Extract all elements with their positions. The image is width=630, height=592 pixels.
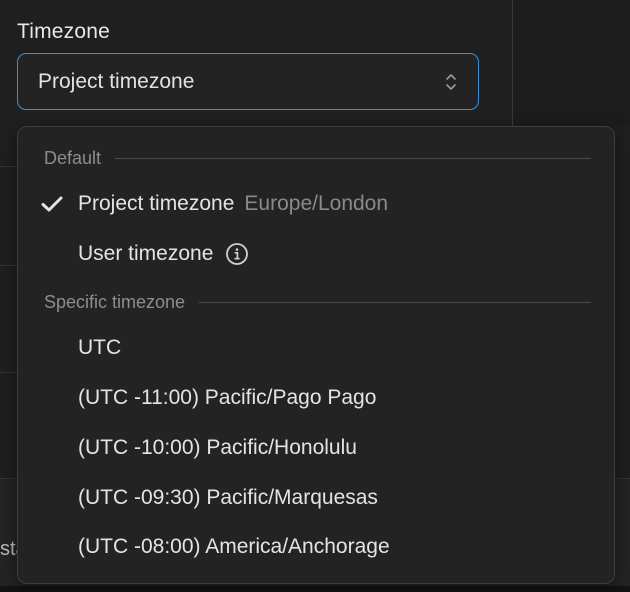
panel-divider <box>512 0 513 126</box>
option-pacific-pago-pago[interactable]: (UTC -11:00) Pacific/Pago Pago <box>18 375 614 421</box>
option-user-timezone[interactable]: User timezone <box>18 231 614 277</box>
group-title: Default <box>44 148 102 168</box>
option-label: (UTC -09:30) Pacific/Marquesas <box>78 486 378 509</box>
info-icon[interactable] <box>225 242 249 266</box>
option-label: (UTC -11:00) Pacific/Pago Pago <box>78 386 377 409</box>
group-title: Specific timezone <box>44 292 186 312</box>
option-label: (UTC -08:00) America/Anchorage <box>78 535 390 558</box>
option-label: UTC <box>78 336 122 359</box>
group-divider <box>199 302 591 303</box>
page: sta Timezone Project timezone Default Pr… <box>0 0 630 592</box>
option-label: (UTC -10:00) Pacific/Honolulu <box>78 436 357 459</box>
chevron-up-down-icon <box>446 74 456 90</box>
timezone-label: Timezone <box>17 20 111 43</box>
group-header-specific: Specific timezone <box>44 292 591 313</box>
option-america-anchorage[interactable]: (UTC -08:00) America/Anchorage <box>18 524 614 570</box>
timezone-select[interactable]: Project timezone <box>17 53 479 110</box>
row-divider <box>0 166 17 167</box>
timezone-select-value: Project timezone <box>38 69 195 93</box>
timezone-dropdown: Default Project timezone Europe/London Us… <box>17 126 615 584</box>
row-divider <box>0 372 17 373</box>
row-divider <box>0 265 17 266</box>
option-label: Project timezone Europe/London <box>78 192 389 215</box>
option-hint: Europe/London <box>244 192 389 215</box>
option-pacific-marquesas[interactable]: (UTC -09:30) Pacific/Marquesas <box>18 475 614 521</box>
option-pacific-honolulu[interactable]: (UTC -10:00) Pacific/Honolulu <box>18 425 614 471</box>
option-project-timezone[interactable]: Project timezone Europe/London <box>18 181 614 227</box>
option-label: User timezone <box>78 242 249 266</box>
option-utc[interactable]: UTC <box>18 325 614 371</box>
background-side-panel <box>513 0 630 126</box>
group-divider <box>115 158 591 159</box>
checkmark-icon <box>41 196 63 212</box>
group-header-default: Default <box>44 148 591 169</box>
background-bottom-edge <box>0 586 630 592</box>
